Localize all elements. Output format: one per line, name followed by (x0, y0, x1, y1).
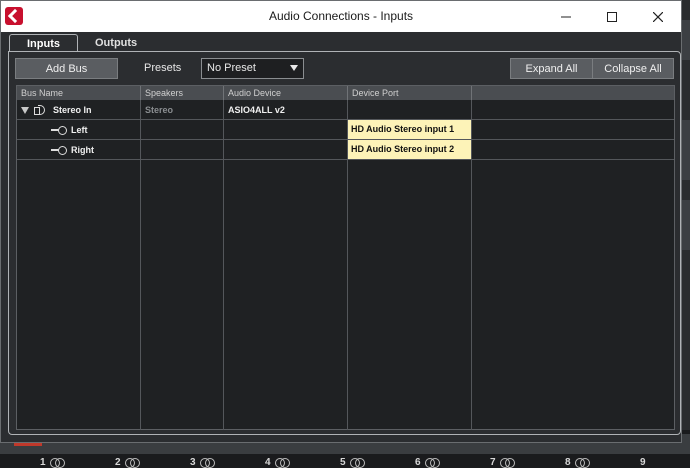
mixer-channel[interactable]: 7 (490, 456, 515, 468)
presets-dropdown[interactable]: No Preset (201, 58, 304, 79)
table-row[interactable]: Stereo In Stereo ASIO4ALL v2 (17, 100, 674, 120)
presets-value: No Preset (207, 62, 256, 74)
presets-label: Presets (144, 62, 182, 74)
channel-number: 9 (640, 456, 646, 468)
close-icon (653, 11, 663, 22)
mixer-channel[interactable]: 9 (640, 456, 646, 468)
bus-name-cell[interactable]: Right (67, 140, 139, 160)
background-segment (682, 120, 690, 180)
input-plug-icon (51, 146, 67, 155)
inputs-panel: Add Bus Presets No Preset Expand All Col… (8, 51, 681, 435)
minimize-button[interactable] (543, 1, 589, 32)
channel-number: 8 (565, 456, 571, 468)
stereo-link-icon[interactable] (349, 458, 365, 468)
audio-device-cell (224, 120, 347, 140)
stereo-link-icon[interactable] (274, 458, 290, 468)
table-header: Bus Name Speakers Audio Device Device Po… (17, 86, 674, 100)
maximize-button[interactable] (589, 1, 635, 32)
channel-number: 7 (490, 456, 496, 468)
table-row[interactable]: Right HD Audio Stereo input 2 (17, 140, 674, 160)
tab-bar: Inputs Outputs (9, 34, 154, 52)
speakers-cell (141, 120, 223, 140)
close-button[interactable] (635, 1, 681, 32)
background-segment (682, 200, 690, 250)
expand-all-button[interactable]: Expand All (510, 58, 593, 79)
column-header-speakers[interactable]: Speakers (141, 86, 224, 100)
stereo-link-icon[interactable] (49, 458, 65, 468)
speaker-icon (34, 105, 48, 115)
mixer-channel[interactable]: 3 (190, 456, 215, 468)
collapse-all-button[interactable]: Collapse All (592, 58, 674, 79)
channel-number: 1 (40, 456, 46, 468)
audio-device-cell[interactable]: ASIO4ALL v2 (224, 100, 347, 120)
mixer-channel[interactable]: 6 (415, 456, 440, 468)
expand-triangle-icon[interactable] (21, 107, 29, 114)
stereo-link-icon[interactable] (574, 458, 590, 468)
column-header-bus-name[interactable]: Bus Name (17, 86, 141, 100)
minimize-icon (561, 16, 571, 17)
background-segment (682, 20, 690, 60)
mixer-channel[interactable]: 1 (40, 456, 65, 468)
mixer-channel[interactable]: 8 (565, 456, 590, 468)
audio-device-cell (224, 140, 347, 160)
tab-outputs[interactable]: Outputs (78, 34, 154, 52)
mixer-channel[interactable]: 2 (115, 456, 140, 468)
chevron-down-icon (290, 65, 298, 71)
device-port-cell[interactable] (348, 100, 471, 120)
column-header-audio-device[interactable]: Audio Device (224, 86, 348, 100)
title-bar[interactable]: Audio Connections - Inputs (1, 1, 681, 32)
stereo-link-icon[interactable] (499, 458, 515, 468)
channel-number: 4 (265, 456, 271, 468)
mixer-channel[interactable]: 4 (265, 456, 290, 468)
mixer-channel[interactable]: 5 (340, 456, 365, 468)
column-header-device-port[interactable]: Device Port (348, 86, 472, 100)
add-bus-button[interactable]: Add Bus (15, 58, 118, 79)
audio-connections-window: Audio Connections - Inputs Inputs Output… (0, 0, 682, 443)
background-app-edge (682, 0, 690, 467)
input-plug-icon (51, 126, 67, 135)
table-row[interactable]: Left HD Audio Stereo input 1 (17, 120, 674, 140)
channel-number: 3 (190, 456, 196, 468)
channel-number: 6 (415, 456, 421, 468)
bus-name-cell[interactable]: Left (67, 120, 139, 140)
speakers-cell (141, 140, 223, 160)
stereo-link-icon[interactable] (199, 458, 215, 468)
device-port-cell[interactable]: HD Audio Stereo input 1 (348, 120, 471, 139)
channel-number: 5 (340, 456, 346, 468)
speakers-cell[interactable]: Stereo (141, 100, 223, 120)
connections-table: Bus Name Speakers Audio Device Device Po… (16, 85, 675, 430)
tab-inputs[interactable]: Inputs (9, 34, 78, 52)
device-port-cell[interactable]: HD Audio Stereo input 2 (348, 140, 471, 159)
bus-name-cell[interactable]: Stereo In (49, 100, 139, 120)
maximize-icon (607, 11, 617, 22)
stereo-link-icon[interactable] (424, 458, 440, 468)
channel-number: 2 (115, 456, 121, 468)
stereo-link-icon[interactable] (124, 458, 140, 468)
